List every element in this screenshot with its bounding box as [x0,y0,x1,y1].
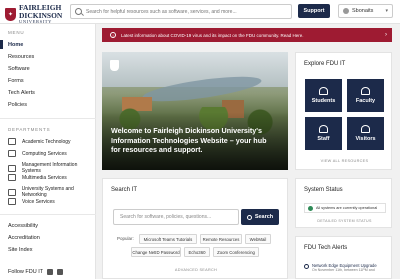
search-it-panel: Search IT Search for software, policies,… [102,178,288,279]
department-icon [8,150,16,157]
dept-voice-services[interactable]: Voice Services [8,198,55,205]
tech-alerts-title: FDU Tech Alerts [304,245,348,251]
tile-students[interactable]: Students [305,79,342,112]
logo-line-2: DICKINSON [19,10,63,20]
chip-remote-resources[interactable]: Remote Resources [200,234,242,244]
user-menu[interactable]: Sbonaits ▾ [338,4,393,18]
students-icon [319,87,328,95]
dept-management-information-systems[interactable]: Management Information Systems [8,162,95,174]
sidebar-item-forms[interactable]: Forms [8,78,24,84]
system-status-panel: System Status All systems are currently … [295,178,392,228]
avatar [343,8,349,14]
visitors-icon [361,125,370,133]
info-icon: ! [110,32,116,38]
alert-item[interactable]: Network Edge Equipment Upgrade On Novemb… [304,263,377,273]
popular-label: Popular: [117,236,134,241]
sidebar-item-resources[interactable]: Resources [8,54,34,60]
tech-alerts-panel: FDU Tech Alerts Network Edge Equipment U… [295,236,392,279]
explore-title: Explore FDU IT [304,61,346,67]
chip-echo360[interactable]: Echo360 [184,247,210,257]
department-icon [8,174,16,181]
sidebar: MENU Home Resources Software Forms Tech … [0,24,96,279]
search-it-input[interactable]: Search for software, policies, questions… [113,209,239,225]
fdu-logo[interactable]: ✦ FAIRLEIGH DICKINSON UNIVERSITY [5,4,62,25]
search-button[interactable]: Search [241,209,279,225]
twitter-icon[interactable] [47,269,54,275]
alert-item-date: On November 11th, between 11PM and [312,268,375,273]
system-status-title: System Status [304,187,343,193]
youtube-icon[interactable] [57,269,64,275]
explore-panel: Explore FDU IT Students Faculty Staff Vi… [295,52,392,170]
search-icon [246,214,252,220]
dept-computing-services[interactable]: Computing Services [8,150,67,157]
hero-text: Welcome to Fairleigh Dickinson Universit… [111,126,267,155]
hero-banner: Welcome to Fairleigh Dickinson Universit… [102,52,288,170]
dept-university-systems-networking[interactable]: University Systems and Networking [8,186,95,198]
chip-teams-tutorials[interactable]: Microsoft Teams Tutorials [139,234,197,244]
department-icon [8,138,16,145]
search-it-title: Search IT [111,187,138,193]
alert-text: Latest information about COVID-19 virus … [121,32,304,38]
detailed-status-link[interactable]: DETAILED SYSTEM STATUS [296,219,393,223]
social-links: Follow FDU IT [8,269,64,275]
sidebar-item-accessibility[interactable]: Accessibility [8,223,38,229]
follow-label: Follow FDU IT [8,269,44,275]
department-icon [8,188,16,196]
department-icon [8,164,16,172]
view-all-resources-link[interactable]: VIEW ALL RESOURCES [296,159,393,163]
active-indicator [0,40,3,49]
advanced-search-link[interactable]: ADVANCED SEARCH [103,268,289,272]
status-row: All systems are currently operational [304,203,386,213]
divider [0,118,96,119]
search-icon [75,8,82,15]
dept-multimedia-services[interactable]: Multimedia Services [8,174,67,181]
crest-icon [110,60,119,71]
user-name: Sbonaits [352,8,374,14]
sidebar-item-software[interactable]: Software [8,66,30,72]
global-search-input[interactable] [86,8,286,15]
divider [0,214,96,215]
sidebar-item-policies[interactable]: Policies [8,102,27,108]
tile-faculty[interactable]: Faculty [347,79,384,112]
sidebar-item-home[interactable]: Home [8,42,23,48]
status-text: All systems are currently operational [316,206,378,210]
faculty-icon [361,87,370,95]
dept-academic-technology[interactable]: Academic Technology [8,138,71,145]
alert-icon [304,264,309,269]
menu-heading: MENU [8,30,25,35]
tile-staff[interactable]: Staff [305,117,342,150]
sidebar-item-tech-alerts[interactable]: Tech Alerts [8,90,35,96]
top-bar: ✦ FAIRLEIGH DICKINSON UNIVERSITY Support… [0,0,400,24]
chip-zoom-conferencing[interactable]: Zoom Conferencing [213,247,259,257]
tile-visitors[interactable]: Visitors [347,117,384,150]
support-button[interactable]: Support [298,4,330,18]
crest-icon: ✦ [5,7,16,21]
chevron-down-icon: ▾ [385,8,388,14]
global-search[interactable] [70,4,292,19]
chip-webmail[interactable]: WebMail [245,234,271,244]
chip-change-netid-password[interactable]: Change NetID Password [131,247,181,257]
staff-icon [319,125,328,133]
alert-item-title: Network Edge Equipment Upgrade [312,263,377,268]
covid-alert-banner[interactable]: ! Latest information about COVID-19 viru… [102,28,392,42]
sidebar-item-site-index[interactable]: Site Index [8,247,32,253]
department-icon [8,198,16,205]
departments-heading: DEPARTMENTS [8,127,51,132]
sidebar-item-accreditation[interactable]: Accreditation [8,235,40,241]
check-icon [308,205,313,211]
chevron-right-icon: › [385,32,387,38]
